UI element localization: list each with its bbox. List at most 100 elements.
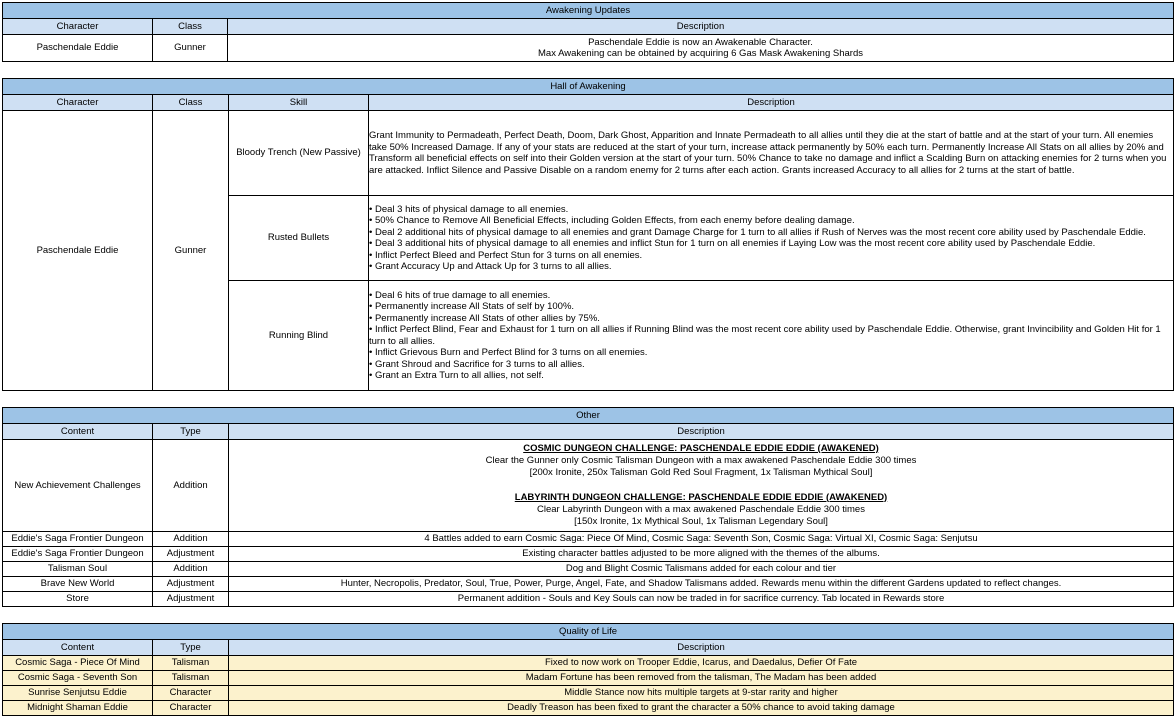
cell-class: Gunner — [152, 110, 229, 391]
cell-content: Sunrise Senjutsu Eddie — [2, 685, 153, 701]
bullet-item: • Inflict Perfect Bleed and Perfect Stun… — [369, 249, 643, 261]
other-title: Other — [2, 407, 1174, 424]
bullet-item: • Inflict Grievous Burn and Perfect Blin… — [369, 347, 648, 358]
table-row: Paschendale Eddie Gunner Paschendale Edd… — [2, 34, 1174, 62]
cell-description: Hunter, Necropolis, Predator, Soul, True… — [228, 576, 1174, 592]
header-class: Class — [152, 94, 229, 111]
quality-of-life-table: Quality of Life Content Type Description… — [2, 623, 1174, 716]
table-row: Sunrise Senjutsu Eddie Character Middle … — [2, 685, 1174, 701]
cell-description: Dog and Blight Cosmic Talismans added fo… — [228, 561, 1174, 577]
cell-content: Cosmic Saga - Piece Of Mind — [2, 655, 153, 671]
other-header-row: Content Type Description — [2, 423, 1174, 440]
awakening-updates-table: Awakening Updates Character Class Descri… — [2, 2, 1174, 62]
cell-description: Middle Stance now hits multiple targets … — [228, 685, 1174, 701]
cell-type: Adjustment — [152, 591, 229, 607]
cell-type: Talisman — [152, 670, 229, 686]
cell-type: Addition — [152, 439, 229, 532]
cell-type: Character — [152, 685, 229, 701]
header-description: Description — [228, 423, 1174, 440]
challenge-line: Clear the Gunner only Cosmic Talisman Du… — [485, 455, 917, 467]
cell-type: Addition — [152, 531, 229, 547]
challenge-line: [150x Ironite, 1x Mythical Soul, 1x Tali… — [574, 515, 828, 527]
table-row: Paschendale Eddie Gunner Bloody Trench (… — [2, 110, 1174, 391]
table-row: Talisman Soul Addition Dog and Blight Co… — [2, 561, 1174, 577]
section-gap — [0, 391, 1176, 407]
header-class: Class — [152, 18, 228, 35]
section-gap — [0, 607, 1176, 623]
cell-skill-description: • Deal 6 hits of true damage to all enem… — [368, 280, 1174, 391]
quality-of-life-header-row: Content Type Description — [2, 639, 1174, 656]
header-skill: Skill — [228, 94, 369, 111]
header-content: Content — [2, 639, 153, 656]
bullet-item: • 50% Chance to Remove All Beneficial Ef… — [369, 215, 855, 226]
cell-description: Permanent addition - Souls and Key Souls… — [228, 591, 1174, 607]
challenge-line: Clear Labyrinth Dungeon with a max awake… — [537, 503, 865, 515]
awakening-updates-header-row: Character Class Description — [2, 18, 1174, 35]
other-title-row: Other — [2, 407, 1174, 424]
cell-description: COSMIC DUNGEON CHALLENGE: PASCHENDALE ED… — [228, 439, 1174, 532]
bullet-item: • Permanently increase All Stats of self… — [369, 301, 575, 312]
table-row: Cosmic Saga - Seventh Son Talisman Madam… — [2, 670, 1174, 686]
bullet-item: • Permanently increase All Stats of othe… — [369, 312, 600, 324]
cell-type: Character — [152, 700, 229, 716]
cell-character: Paschendale Eddie — [2, 110, 153, 391]
cell-description: Existing character battles adjusted to b… — [228, 546, 1174, 562]
header-character: Character — [2, 18, 153, 35]
bullet-item: • Grant an Extra Turn to all allies, not… — [369, 370, 544, 381]
bullet-item: • Deal 3 hits of physical damage to all … — [369, 203, 569, 215]
cell-content: Cosmic Saga - Seventh Son — [2, 670, 153, 686]
header-type: Type — [152, 639, 229, 656]
cell-skill-description: Grant Immunity to Permadeath, Perfect De… — [368, 110, 1174, 196]
awakening-updates-title-row: Awakening Updates — [2, 2, 1174, 19]
cell-content: Eddie's Saga Frontier Dungeon — [2, 531, 153, 547]
other-table: Other Content Type Description New Achie… — [2, 407, 1174, 607]
hall-of-awakening-title-row: Hall of Awakening — [2, 78, 1174, 95]
bullet-item: • Inflict Perfect Blind, Fear and Exhaus… — [369, 324, 1161, 347]
table-row: Eddie's Saga Frontier Dungeon Addition 4… — [2, 531, 1174, 547]
cell-content: Midnight Shaman Eddie — [2, 700, 153, 716]
cell-content: Store — [2, 591, 153, 607]
patch-notes-sheet: Awakening Updates Character Class Descri… — [0, 2, 1176, 728]
header-description: Description — [228, 639, 1174, 656]
bullet-item: • Grant Shroud and Sacrifice for 3 turns… — [369, 358, 585, 370]
table-row: Midnight Shaman Eddie Character Deadly T… — [2, 700, 1174, 716]
cell-description: Madam Fortune has been removed from the … — [228, 670, 1174, 686]
cell-content: Brave New World — [2, 576, 153, 592]
cell-content: New Achievement Challenges — [2, 439, 153, 532]
description-line: Max Awakening can be obtained by acquiri… — [538, 48, 863, 59]
challenge-spacer — [229, 480, 1173, 492]
hall-of-awakening-title: Hall of Awakening — [2, 78, 1174, 95]
header-description: Description — [368, 94, 1174, 111]
cell-skill-description: • Deal 3 hits of physical damage to all … — [368, 195, 1174, 281]
bullet-item: • Deal 2 additional hits of physical dam… — [369, 226, 1146, 238]
cell-description: Paschendale Eddie is now an Awakenable C… — [227, 34, 1174, 62]
table-row: Eddie's Saga Frontier Dungeon Adjustment… — [2, 546, 1174, 562]
quality-of-life-title-row: Quality of Life — [2, 623, 1174, 640]
header-description: Description — [227, 18, 1174, 35]
cell-type: Talisman — [152, 655, 229, 671]
cell-type: Adjustment — [152, 546, 229, 562]
section-gap — [0, 62, 1176, 78]
table-row: Cosmic Saga - Piece Of Mind Talisman Fix… — [2, 655, 1174, 671]
header-content: Content — [2, 423, 153, 440]
description-line: Paschendale Eddie is now an Awakenable C… — [588, 36, 813, 48]
header-type: Type — [152, 423, 229, 440]
cell-description: Deadly Treason has been fixed to grant t… — [228, 700, 1174, 716]
bullet-item: • Deal 3 additional hits of physical dam… — [369, 238, 1096, 249]
cell-skill-name: Rusted Bullets — [228, 195, 369, 281]
quality-of-life-title: Quality of Life — [2, 623, 1174, 640]
cell-type: Adjustment — [152, 576, 229, 592]
hall-of-awakening-header-row: Character Class Skill Description — [2, 94, 1174, 111]
cell-character: Paschendale Eddie — [2, 34, 153, 62]
awakening-updates-title: Awakening Updates — [2, 2, 1174, 19]
bullet-item: • Grant Accuracy Up and Attack Up for 3 … — [369, 261, 612, 272]
cell-skill-name: Running Blind — [228, 280, 369, 391]
cell-content: Talisman Soul — [2, 561, 153, 577]
cell-type: Addition — [152, 561, 229, 577]
table-row: Store Adjustment Permanent addition - So… — [2, 591, 1174, 607]
header-character: Character — [2, 94, 153, 111]
cell-class: Gunner — [152, 34, 228, 62]
challenge-heading: LABYRINTH DUNGEON CHALLENGE: PASCHENDALE… — [514, 491, 888, 503]
bullet-item: • Deal 6 hits of true damage to all enem… — [369, 289, 551, 301]
challenge-line: [200x Ironite, 250x Talisman Gold Red So… — [529, 467, 873, 479]
